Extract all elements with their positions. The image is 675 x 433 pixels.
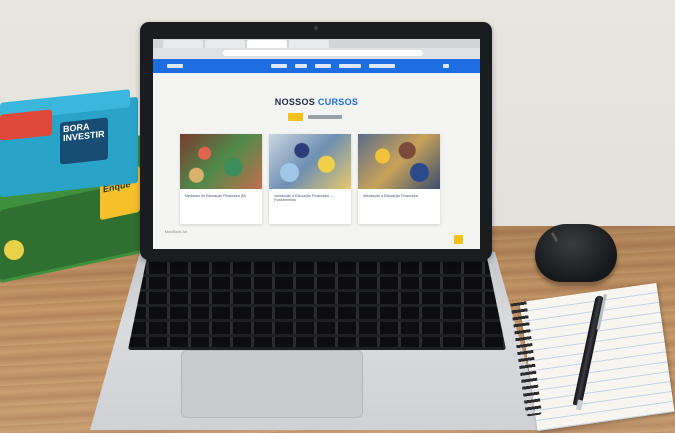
course-card: Introdução à Educação Financeira	[358, 134, 440, 224]
board-game-badge	[4, 240, 24, 260]
browser-tab-active	[247, 40, 287, 48]
laptop-lid: NOSSOS CURSOS Mediador de Educação Finan…	[140, 22, 492, 260]
photo-scene: Pique Enquê BORA INVESTIR	[0, 0, 675, 433]
browser-address-bar	[223, 50, 423, 56]
browser-chrome	[153, 39, 480, 59]
key-row	[128, 307, 506, 319]
page-title-part1: NOSSOS	[274, 97, 316, 107]
key-row	[128, 277, 506, 289]
page-title-part2: CURSOS	[317, 97, 359, 107]
filter-button	[308, 115, 342, 119]
course-title: Introdução à Educação Financeira	[363, 194, 418, 198]
browser-tab	[289, 40, 329, 48]
board-game-top-label-text: BORA INVESTIR	[63, 121, 105, 144]
nav-item	[315, 64, 331, 68]
filter-button-active	[288, 113, 303, 121]
browser-tab	[163, 40, 203, 48]
course-card: Mediador de Educação Financeira (M)	[180, 134, 262, 224]
nav-icon	[443, 64, 449, 68]
key-row	[128, 322, 506, 334]
board-game-top-label: BORA INVESTIR	[60, 117, 108, 165]
page-title: NOSSOS CURSOS	[153, 97, 480, 107]
course-photo	[358, 134, 440, 189]
laptop-brand-label: MacBook Air	[164, 229, 188, 234]
site-logo	[167, 64, 183, 68]
course-photo	[180, 134, 262, 189]
nav-item	[295, 64, 307, 68]
site-navbar	[153, 59, 480, 73]
board-game-red-panel	[0, 109, 52, 141]
key-row	[128, 292, 506, 304]
key-row	[128, 262, 506, 274]
browser-tab	[205, 40, 245, 48]
course-title: Mediador de Educação Financeira (M)	[185, 194, 247, 198]
laptop-screen: NOSSOS CURSOS Mediador de Educação Finan…	[153, 39, 480, 249]
laptop-keyboard	[128, 258, 506, 350]
nav-item	[339, 64, 361, 68]
webcam	[314, 26, 318, 30]
course-photo	[269, 134, 351, 189]
floating-action-button	[454, 235, 463, 244]
nav-item	[271, 64, 287, 68]
computer-mouse	[535, 224, 617, 282]
browser-tab-strip	[153, 39, 480, 48]
course-card: Introdução à Educação Financeira — Funda…	[269, 134, 351, 224]
nav-item	[369, 64, 395, 68]
course-title: Introdução à Educação Financeira — Funda…	[274, 194, 334, 203]
key-row	[128, 337, 506, 347]
laptop-trackpad	[181, 350, 363, 418]
